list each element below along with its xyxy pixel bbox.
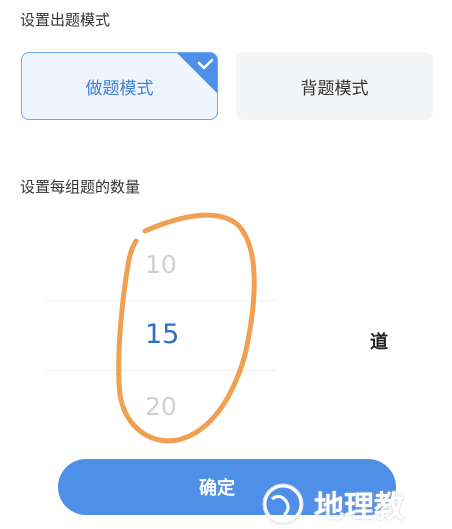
globe-logo-icon	[262, 483, 304, 524]
practice-mode-button[interactable]: 做题模式	[21, 52, 218, 120]
picker-option[interactable]: 20	[145, 392, 177, 421]
watermark-text: 地理教	[314, 489, 404, 525]
picker-divider-top	[45, 300, 277, 301]
confirm-label: 确定	[199, 478, 235, 499]
count-unit-label: 道	[370, 332, 388, 353]
checkmark-corner-icon	[177, 53, 217, 93]
memorize-mode-button[interactable]: 背题模式	[236, 52, 433, 120]
picker-option-selected[interactable]: 15	[145, 319, 179, 350]
watermark: 地理教	[258, 478, 452, 529]
count-picker[interactable]: 10 15 20	[45, 228, 277, 438]
memorize-mode-label: 背题模式	[300, 78, 369, 99]
count-section-label: 设置每组题的数量	[20, 178, 141, 196]
picker-divider-bottom	[45, 370, 277, 371]
practice-mode-label: 做题模式	[85, 78, 154, 99]
picker-option[interactable]: 10	[145, 250, 177, 279]
mode-section-label: 设置出题模式	[20, 11, 111, 29]
